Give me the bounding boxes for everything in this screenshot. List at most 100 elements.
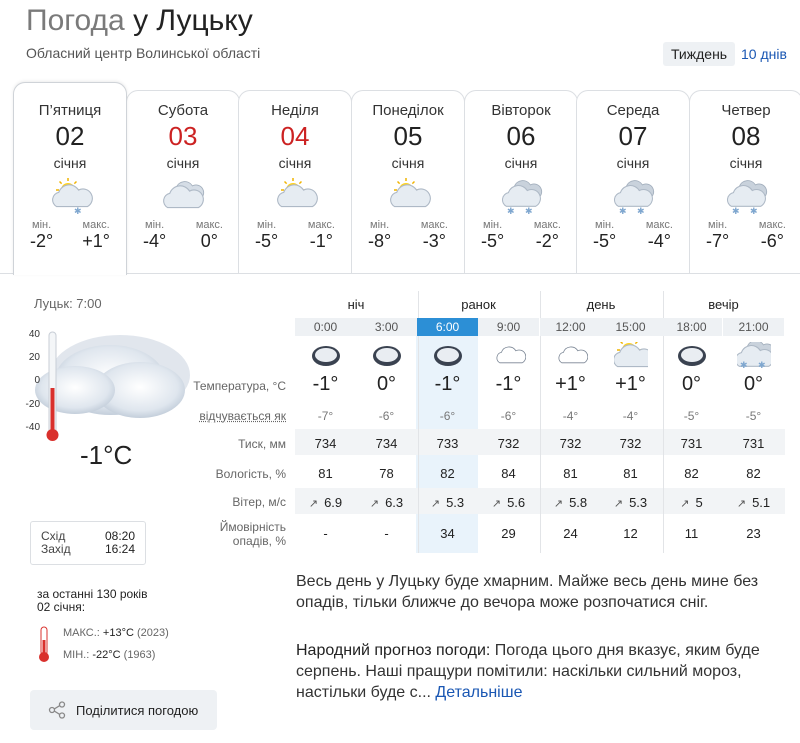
partly-cloudy-icon [390, 178, 431, 208]
max-label: макс. [758, 219, 786, 231]
partly-cloudy-snow-icon: ✱ [52, 178, 93, 216]
history-min-year: (1963) [123, 649, 156, 661]
hour-precipitation: - [323, 526, 328, 541]
page-title: Погода у Луцьку [26, 4, 253, 38]
day-of-week: Вівторок [491, 102, 551, 119]
share-icon [48, 701, 66, 719]
hour-time[interactable]: 15:00 [600, 318, 661, 336]
scale-20: 20 [29, 352, 41, 363]
day-number: 08 [731, 121, 761, 151]
svg-text:✱: ✱ [740, 361, 748, 370]
scale-minus-20: -20 [26, 399, 41, 410]
hour-time[interactable]: 12:00 [540, 318, 601, 336]
day-tab[interactable]: Понеділок 05 січня мін. -8° макс. -3° [351, 90, 465, 274]
min-max: мін. -5° макс. -1° [239, 219, 351, 251]
hour-humidity: 78 [379, 466, 394, 481]
hour-wind: ↗ 6.3 [356, 495, 417, 510]
max-temp: -3° [422, 231, 446, 251]
overcast-icon [433, 346, 462, 366]
hour-wind: ↗ 5.3 [600, 495, 661, 510]
hour-humidity: 82 [440, 466, 455, 481]
hour-time[interactable]: 18:00 [661, 318, 722, 336]
read-more-link[interactable]: Детальніше [435, 684, 522, 701]
hour-feels-like: -6° [378, 409, 395, 423]
sunset-label: Захід [41, 542, 71, 556]
hour-pressure: 734 [314, 436, 337, 451]
wind-direction-icon: ↗ [491, 498, 502, 510]
wind-direction-icon: ↗ [680, 498, 690, 510]
min-max: мін. -2° макс. +1° [14, 219, 126, 251]
hour-humidity: 81 [623, 466, 638, 481]
day-tab[interactable]: Четвер 08 січня ✱ ✱ мін. -7° макс. -6° [689, 90, 800, 274]
history-max-year: (2023) [136, 627, 169, 639]
period-header: день [586, 297, 616, 312]
max-label: макс. [645, 219, 673, 231]
svg-text:✱: ✱ [758, 361, 766, 370]
svg-text:✱: ✱ [507, 207, 515, 216]
ten-days-range-button[interactable]: 10 днів [737, 42, 795, 66]
sun-times: Схід 08:20 Захід 16:24 [30, 521, 146, 565]
min-max: мін. -5° макс. -4° [577, 219, 689, 251]
hour-temperature: +1° [555, 373, 586, 395]
period-header: ніч [347, 297, 365, 312]
wind-direction-icon: ↗ [736, 498, 747, 510]
hour-feels-like: -6° [500, 409, 517, 423]
hour-pressure: 733 [436, 436, 459, 451]
min-temp: -5° [255, 231, 279, 251]
hour-time[interactable]: 21:00 [723, 318, 784, 336]
day-number: 05 [393, 121, 423, 151]
history-min-value: -22°C [92, 649, 121, 661]
hour-humidity: 82 [746, 466, 761, 481]
wind-direction-icon: ↗ [369, 498, 380, 510]
hour-humidity: 84 [501, 466, 516, 481]
max-temp: +1° [82, 231, 110, 251]
title-prefix: Погода [26, 4, 125, 37]
cloudy-snow-icon: ✱ ✱ [614, 180, 655, 216]
day-number: 04 [280, 121, 310, 151]
hour-feels-like: -5° [745, 409, 762, 423]
weather-icon-wrap [239, 175, 351, 217]
day-tab[interactable]: П’ятниця 02 січня ✱ мін. -2° макс. +1° [13, 82, 127, 275]
max-temp: -6° [760, 231, 784, 251]
hour-weather-icon-wrap [356, 341, 417, 371]
share-label: Поділитися погодою [76, 702, 199, 718]
min-temp: -8° [368, 231, 392, 251]
day-tab[interactable]: Субота 03 січня мін. -4° макс. 0° [126, 90, 240, 274]
hour-feels-like: -6° [439, 409, 456, 423]
day-tab[interactable]: Неділя 04 січня мін. -5° макс. -1° [238, 90, 352, 274]
day-tab[interactable]: Середа 07 січня ✱ ✱ мін. -5° макс. -4° [576, 90, 690, 274]
weather-icon-wrap [352, 175, 464, 217]
hour-precipitation: 29 [501, 526, 516, 541]
hour-time[interactable]: 9:00 [478, 318, 539, 336]
week-range-button[interactable]: Тиждень [663, 42, 736, 66]
hour-precipitation: - [384, 526, 389, 541]
feels-like-row-label[interactable]: відчувається як [150, 409, 286, 423]
max-label: макс. [420, 219, 448, 231]
day-tab[interactable]: Вівторок 06 січня ✱ ✱ мін. -5° макс. -2° [464, 90, 578, 274]
day-number: 03 [168, 121, 198, 151]
day-description: Весь день у Луцьку буде хмарним. Майже в… [296, 573, 759, 611]
sunset-time: 16:24 [104, 542, 135, 556]
history-heading: за останні 130 років 02 січня: [37, 588, 147, 614]
period-header: ранок [461, 297, 496, 312]
precipitation-label-line2: опадів, % [232, 534, 286, 548]
max-label: макс. [82, 219, 110, 231]
history-max-label: МАКС.: [63, 627, 100, 639]
hour-time[interactable]: 0:00 [295, 318, 356, 336]
share-weather-button[interactable]: Поділитися погодою [30, 690, 217, 730]
scale-40: 40 [29, 329, 41, 340]
svg-text:✱: ✱ [750, 207, 758, 216]
wind-speed: 5.8 [569, 495, 588, 510]
day-of-week: Середа [606, 102, 660, 119]
hour-time[interactable]: 6:00 [417, 318, 478, 336]
light-cloud-icon [558, 346, 588, 364]
cloudy-snow-icon: ✱ ✱ [736, 342, 771, 370]
min-temp: -5° [481, 231, 505, 251]
hour-temperature: 0° [681, 373, 702, 395]
hour-wind: ↗ 5.1 [723, 495, 784, 510]
hour-time[interactable]: 3:00 [356, 318, 417, 336]
hour-precipitation: 24 [563, 526, 578, 541]
cloudy-snow-icon: ✱ ✱ [727, 180, 768, 216]
wind-row-label: Вітер, м/с [232, 495, 286, 509]
max-temp: 0° [200, 231, 219, 251]
